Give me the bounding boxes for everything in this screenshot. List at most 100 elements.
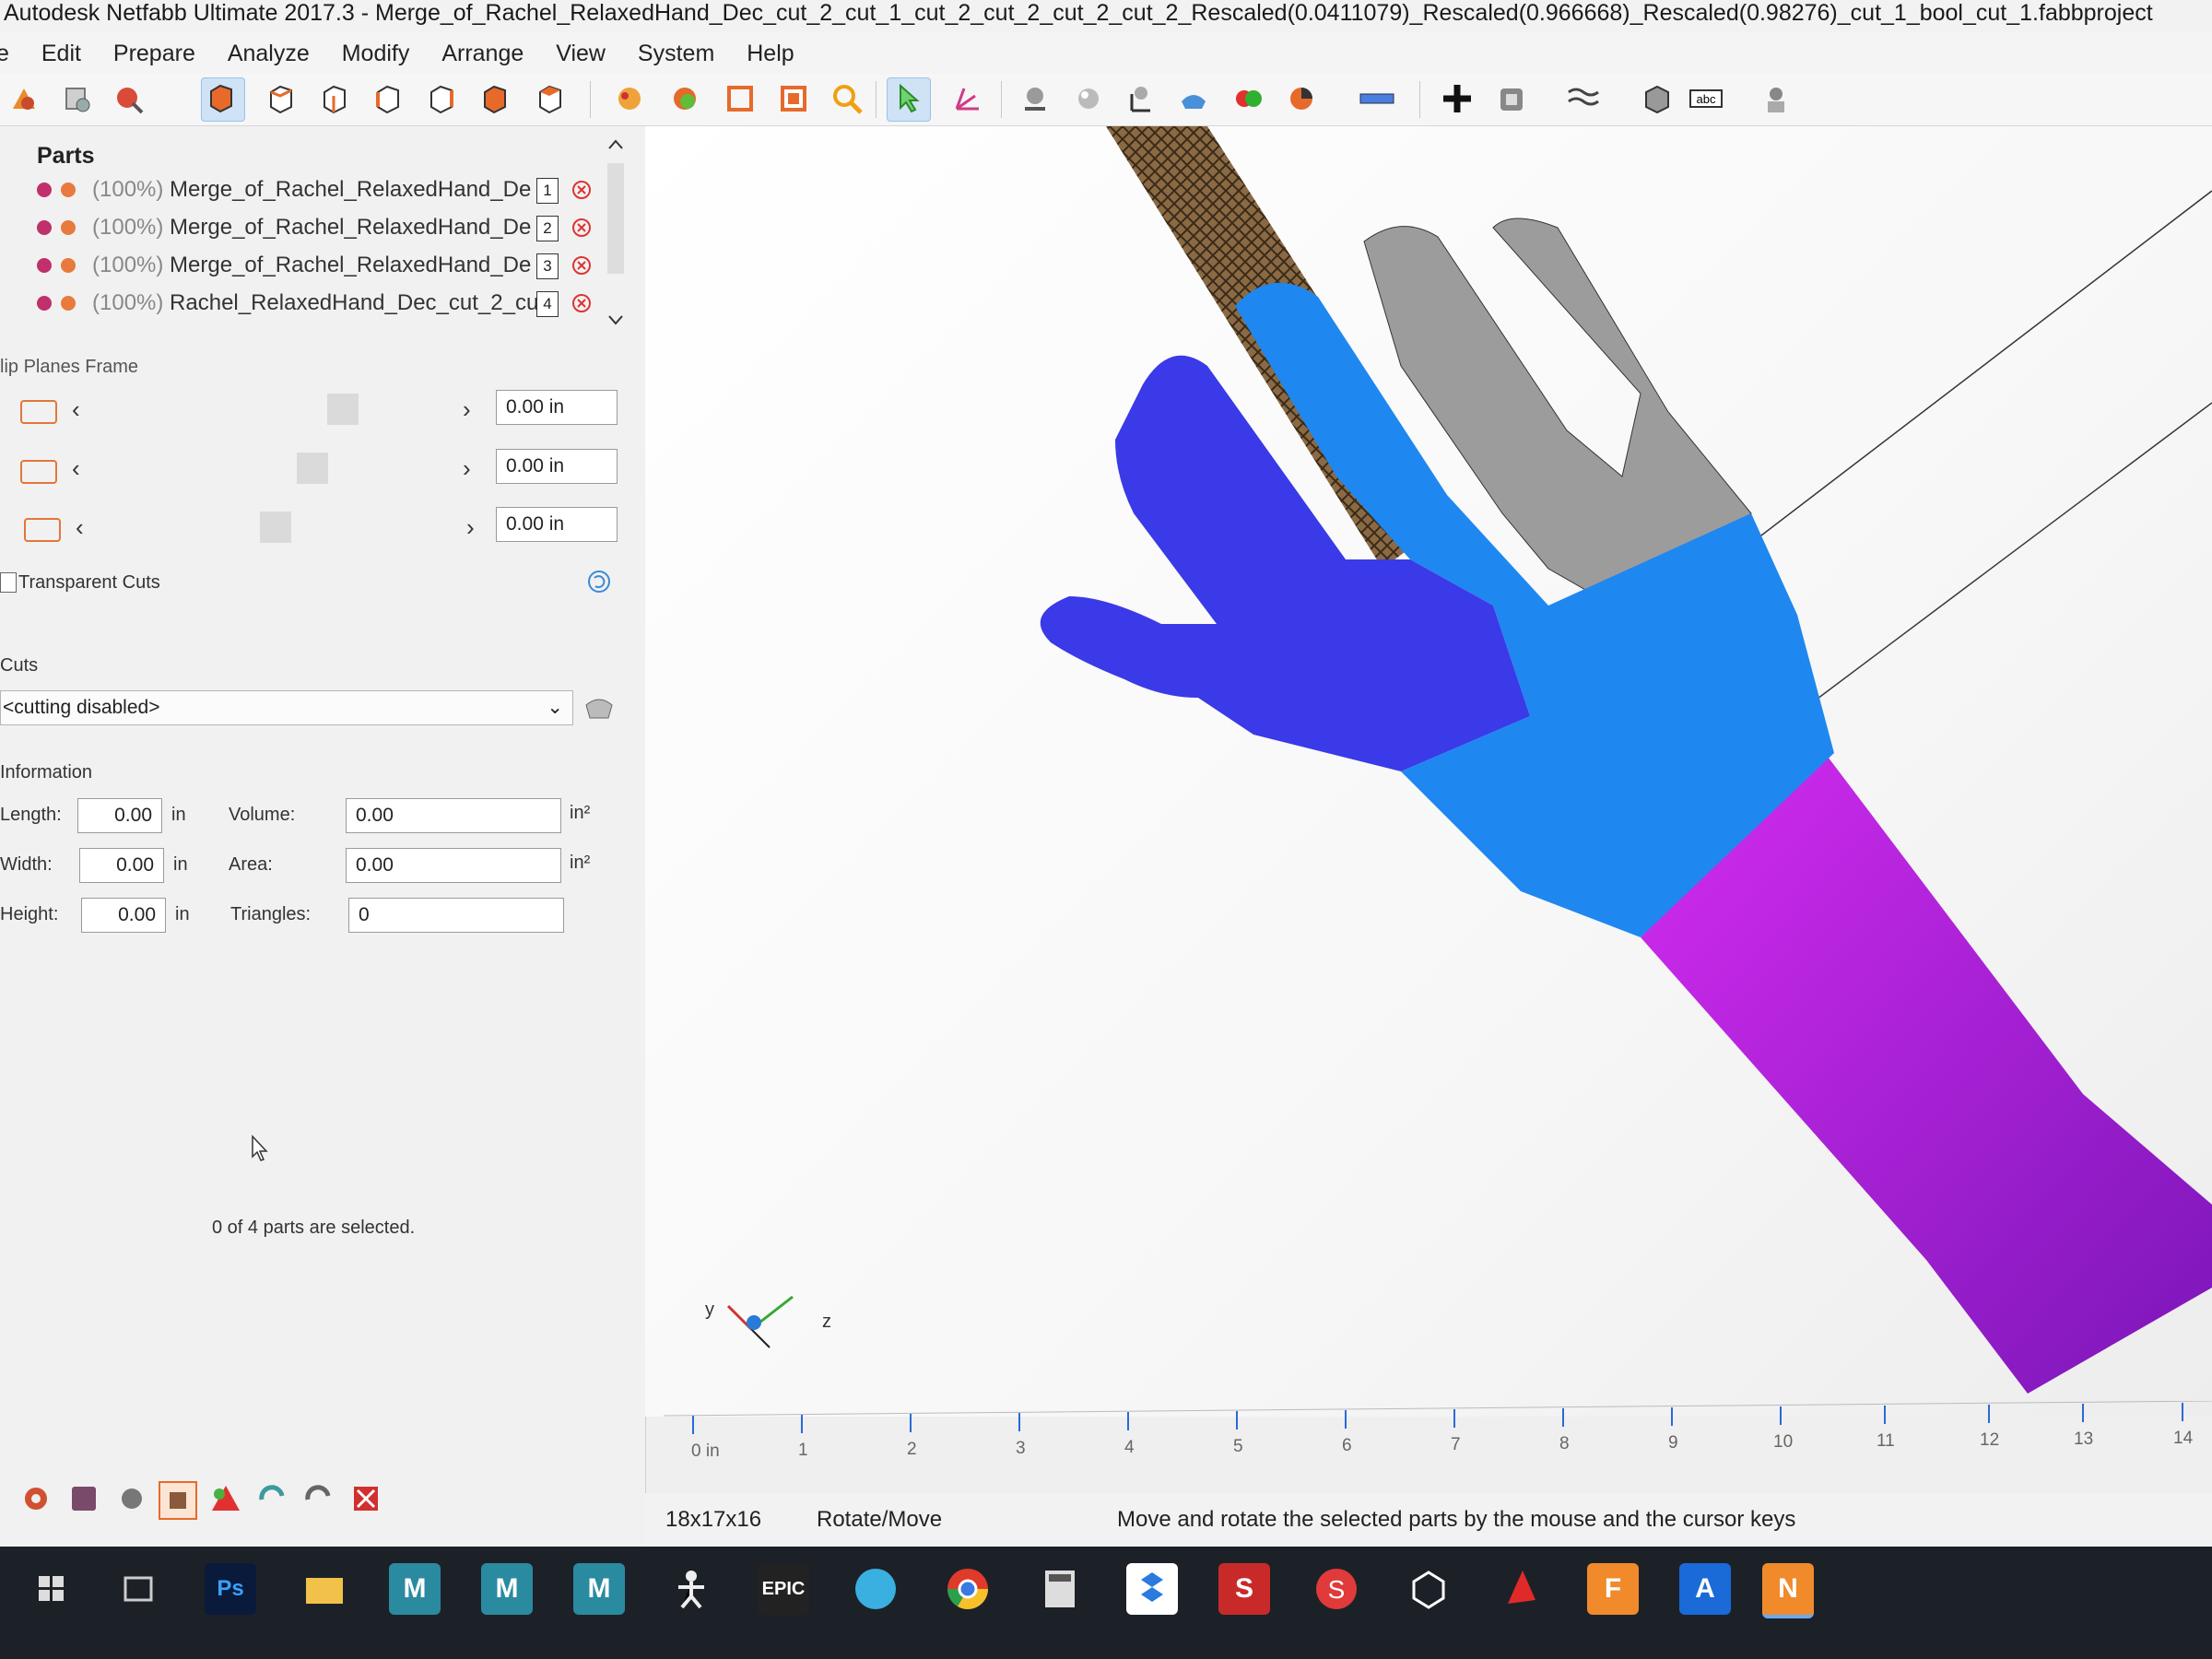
sketchbook-icon[interactable] (850, 1563, 901, 1615)
chevron-right-icon[interactable]: › (466, 513, 475, 542)
photoshop-icon[interactable]: Ps (205, 1563, 256, 1615)
zoom-icon[interactable] (828, 79, 866, 118)
length-field[interactable]: 0.00 (77, 798, 162, 833)
unity-icon[interactable] (1403, 1563, 1454, 1615)
chevron-right-icon[interactable]: › (463, 395, 471, 424)
link-icon[interactable] (300, 1481, 335, 1516)
chrome-icon[interactable] (942, 1563, 994, 1615)
reset-icon[interactable] (586, 569, 612, 594)
calculator-icon[interactable] (1034, 1563, 1086, 1615)
chevron-left-icon[interactable]: ‹ (76, 513, 84, 542)
maya-icon-3[interactable]: M (573, 1563, 625, 1615)
dropbox-icon[interactable] (1126, 1563, 1178, 1615)
wireframe-icon[interactable] (721, 79, 759, 118)
sphere-tool-icon[interactable] (114, 1481, 149, 1516)
color-icon[interactable] (610, 79, 649, 118)
menu-modify[interactable]: Modify (342, 33, 410, 74)
texture-icon[interactable] (665, 79, 704, 118)
gear-icon[interactable] (18, 1481, 53, 1516)
maya-icon[interactable]: M (389, 1563, 441, 1615)
view-front-icon[interactable] (262, 79, 300, 118)
part-row-1[interactable]: (100%) Merge_of_Rachel_RelaxedHand_De (37, 174, 531, 206)
parts-scrollbar[interactable] (604, 135, 628, 329)
windows-start-icon[interactable] (26, 1563, 77, 1615)
label-icon[interactable]: abc (1687, 79, 1725, 118)
chevron-left-icon[interactable]: ‹ (72, 454, 80, 483)
clip-z-field[interactable]: 0.00 in (496, 507, 618, 542)
remove-part-icon[interactable] (571, 255, 592, 276)
remove-part-icon[interactable] (571, 218, 592, 238)
pawn-icon[interactable] (1757, 79, 1795, 118)
ruler-icon[interactable] (1357, 79, 1395, 118)
remove-part-icon[interactable] (571, 293, 592, 313)
move-icon[interactable] (947, 79, 986, 118)
cut-tool-icon[interactable] (581, 688, 618, 725)
remove-part-icon[interactable] (571, 180, 592, 200)
grid-delete-icon[interactable] (348, 1481, 383, 1516)
shade-icon[interactable] (1069, 79, 1108, 118)
chevron-left-icon[interactable]: ‹ (72, 395, 80, 424)
view-top-icon[interactable] (476, 79, 514, 118)
motionbuilder-icon[interactable] (665, 1563, 717, 1615)
film-icon[interactable] (66, 1481, 101, 1516)
repair-icon[interactable] (109, 79, 147, 118)
view-right-icon[interactable] (422, 79, 461, 118)
part-row-4[interactable]: (100%) Rachel_RelaxedHand_Dec_cut_2_cu (37, 288, 538, 319)
maya-icon-2[interactable]: M (481, 1563, 533, 1615)
view-bottom-icon[interactable] (531, 79, 570, 118)
box-tool-icon[interactable] (159, 1481, 197, 1520)
clip-plane-z-icon[interactable] (24, 518, 61, 542)
add-icon[interactable] (1438, 79, 1477, 118)
menu-edit[interactable]: Edit (41, 33, 81, 74)
clip-x-field[interactable]: 0.00 in (496, 390, 618, 425)
menu-help[interactable]: Help (747, 33, 794, 74)
height-field[interactable]: 0.00 (81, 898, 166, 933)
support-icon[interactable] (1121, 79, 1159, 118)
view-back-icon[interactable] (315, 79, 354, 118)
clip-slider-y[interactable] (297, 453, 328, 484)
clip-plane-x-icon[interactable] (20, 400, 57, 424)
view-default-icon[interactable] (201, 77, 245, 122)
3d-viewport[interactable]: y z (645, 126, 2212, 1417)
sphere-icon[interactable] (1016, 79, 1054, 118)
substance-icon-2[interactable]: S (1311, 1563, 1362, 1615)
volume-field[interactable]: 0.00 (346, 798, 561, 833)
view-left-icon[interactable] (369, 79, 407, 118)
slice-icon[interactable] (1174, 79, 1213, 118)
autodesk-icon[interactable] (1495, 1563, 1547, 1615)
cube-icon[interactable] (1637, 79, 1676, 118)
refresh-icon[interactable] (254, 1481, 289, 1516)
parts-icon[interactable] (57, 79, 96, 118)
warning-icon[interactable] (208, 1481, 243, 1516)
part-row-2[interactable]: (100%) Merge_of_Rachel_RelaxedHand_De (37, 212, 531, 243)
task-view-icon[interactable] (112, 1563, 164, 1615)
hand-model[interactable]: y z (645, 126, 2212, 1417)
menu-system[interactable]: System (638, 33, 714, 74)
menu-prepare[interactable]: Prepare (113, 33, 195, 74)
menu-arrange[interactable]: Arrange (441, 33, 524, 74)
menu-file[interactable]: e (0, 33, 9, 74)
clip-slider-z[interactable] (260, 512, 291, 543)
fusion-icon[interactable]: F (1587, 1563, 1639, 1615)
transparent-cuts-checkbox[interactable] (0, 572, 17, 593)
chevron-right-icon[interactable]: › (463, 454, 471, 483)
file-explorer-icon[interactable] (299, 1563, 350, 1615)
cuts-dropdown[interactable]: <cutting disabled> ⌄ (0, 690, 573, 725)
epic-launcher-icon[interactable]: EPIC (758, 1563, 809, 1615)
clip-plane-y-icon[interactable] (20, 460, 57, 484)
section-icon[interactable] (774, 79, 813, 118)
menu-analyze[interactable]: Analyze (228, 33, 310, 74)
triangles-field[interactable]: 0 (348, 898, 564, 933)
boolean-icon[interactable] (1230, 79, 1268, 118)
wave-icon[interactable] (1563, 79, 1602, 118)
width-field[interactable]: 0.00 (79, 848, 164, 883)
clip-y-field[interactable]: 0.00 in (496, 449, 618, 484)
shell-icon[interactable] (1493, 79, 1532, 118)
part-row-3[interactable]: (100%) Merge_of_Rachel_RelaxedHand_De (37, 250, 531, 281)
menu-view[interactable]: View (556, 33, 606, 74)
autocad-icon[interactable]: A (1679, 1563, 1731, 1615)
select-icon[interactable] (887, 77, 931, 122)
netfabb-icon[interactable]: N (1762, 1563, 1814, 1618)
pie-icon[interactable] (1283, 79, 1322, 118)
substance-icon[interactable]: S (1218, 1563, 1270, 1615)
